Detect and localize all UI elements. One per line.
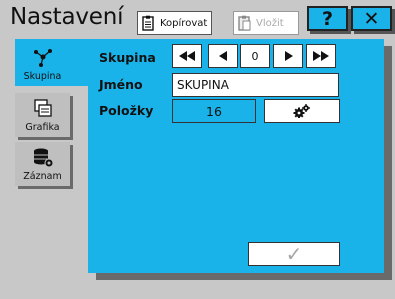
help-button[interactable]: ? xyxy=(307,6,348,31)
group-index-value: 0 xyxy=(251,49,259,63)
right-arrow-icon xyxy=(284,51,293,61)
double-right-arrow-icon xyxy=(313,51,329,61)
tab-label: Záznam xyxy=(23,171,62,182)
left-arrow-icon xyxy=(218,51,227,61)
tab-label: Grafika xyxy=(25,122,60,133)
tab-grafika[interactable]: Grafika xyxy=(15,93,70,137)
paste-label: Vložit xyxy=(256,17,284,29)
settings-button[interactable] xyxy=(264,99,340,123)
gears-icon xyxy=(293,104,310,118)
paste-icon xyxy=(238,15,251,31)
group-index: 0 xyxy=(240,44,270,68)
network-icon xyxy=(33,49,52,67)
copy-button[interactable]: Kopírovat xyxy=(137,11,212,35)
items-count: 16 xyxy=(172,99,256,123)
tab-label: Skupina xyxy=(23,71,62,82)
group-label: Skupina xyxy=(99,50,156,65)
database-gear-icon xyxy=(33,148,53,168)
checkmark-icon: ✓ xyxy=(285,242,303,266)
paste-button[interactable]: Vložit xyxy=(233,11,299,35)
double-left-arrow-icon xyxy=(179,51,195,61)
tab-skupina[interactable]: Skupina xyxy=(15,39,88,86)
name-label: Jméno xyxy=(99,77,143,92)
first-button[interactable] xyxy=(172,44,202,68)
last-button[interactable] xyxy=(306,44,336,68)
close-icon: ✕ xyxy=(363,7,380,30)
help-icon: ? xyxy=(321,7,334,30)
copy-label: Kopírovat xyxy=(160,17,208,29)
clipboard-icon xyxy=(142,15,154,31)
images-icon xyxy=(33,99,52,117)
items-label: Položky xyxy=(99,103,154,118)
close-button[interactable]: ✕ xyxy=(351,6,392,31)
confirm-button[interactable]: ✓ xyxy=(248,242,340,266)
next-button[interactable] xyxy=(273,44,303,68)
page-title: Nastavení xyxy=(10,4,124,30)
name-field[interactable]: SKUPINA xyxy=(172,73,339,97)
tab-zaznam[interactable]: Záznam xyxy=(15,142,70,186)
previous-button[interactable] xyxy=(208,44,238,68)
